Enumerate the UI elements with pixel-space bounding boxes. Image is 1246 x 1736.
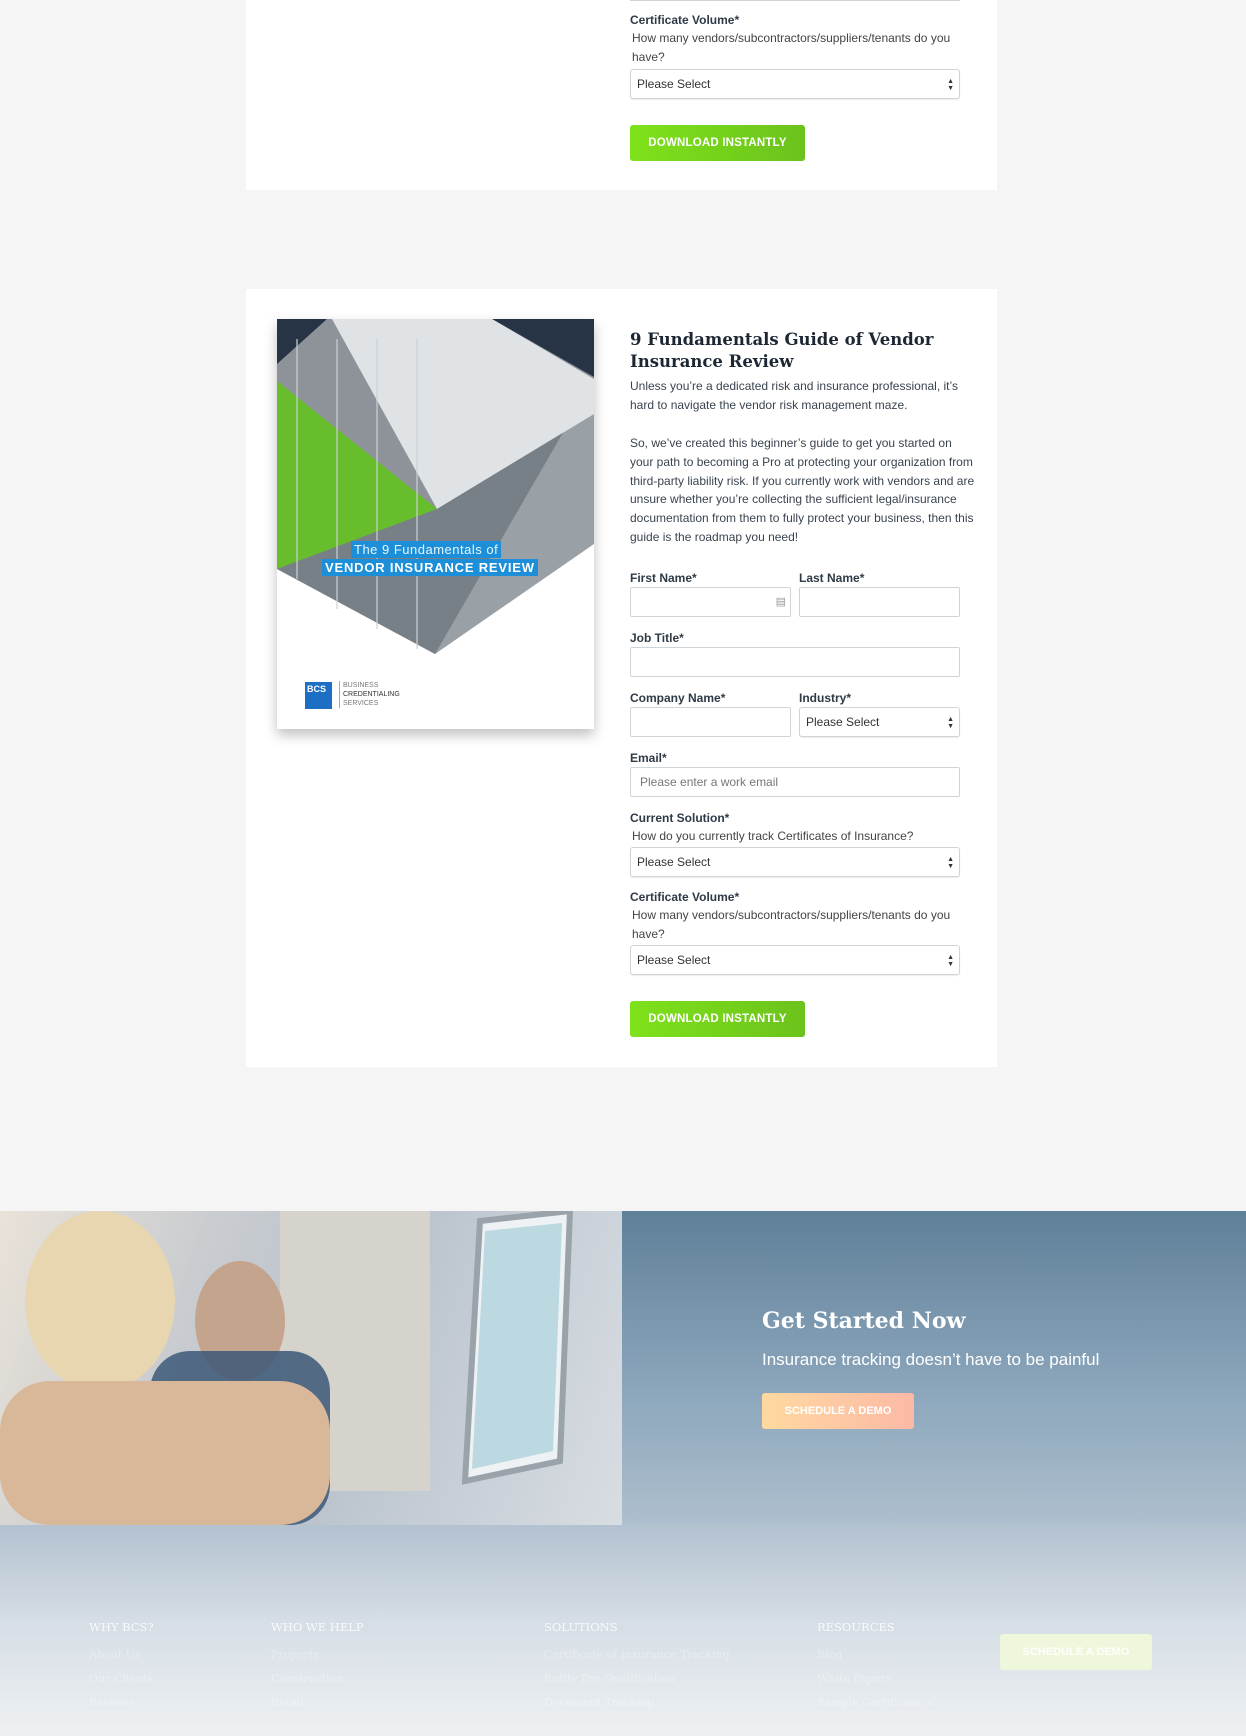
footer-link[interactable]: Blog bbox=[817, 1648, 935, 1661]
footer-heading: RESOURCES bbox=[817, 1620, 895, 1634]
last-name-input[interactable] bbox=[799, 587, 960, 617]
current-solution-label: Current Solution* bbox=[630, 811, 730, 825]
bcs-logo-text: BUSINESS CREDENTIALING SERVICES bbox=[339, 681, 400, 708]
footer-heading: WHO WE HELP bbox=[271, 1620, 364, 1634]
footer-link[interactable]: About Us bbox=[89, 1648, 154, 1661]
guide-card: The 9 Fundamentals of VENDOR INSURANCE R… bbox=[246, 289, 997, 1067]
footer-link[interactable]: Property bbox=[271, 1648, 364, 1661]
select-arrows-icon: ▲ ▼ bbox=[947, 78, 954, 92]
input-edge bbox=[630, 0, 960, 1]
email-input[interactable]: Please enter a work email bbox=[630, 767, 960, 797]
job-title-label: Job Title* bbox=[630, 631, 684, 645]
footer-link[interactable]: Retail bbox=[271, 1696, 364, 1709]
company-name-label: Company Name* bbox=[630, 691, 726, 705]
footer-link[interactable]: Entity Pre-Qualification bbox=[544, 1672, 730, 1685]
footer-link[interactable]: Our Clients bbox=[89, 1672, 154, 1685]
footer-schedule-demo-button[interactable]: SCHEDULE A DEMO bbox=[1000, 1634, 1152, 1670]
cta-subtitle: Insurance tracking doesn’t have to be pa… bbox=[762, 1350, 1100, 1369]
select-value: Please Select bbox=[637, 953, 711, 967]
footer-heading: SOLUTIONS bbox=[544, 1620, 618, 1634]
select-value: Please Select bbox=[637, 855, 711, 869]
footer-link[interactable]: Document Tracking bbox=[544, 1696, 730, 1709]
download-button[interactable]: DOWNLOAD INSTANTLY bbox=[630, 1001, 805, 1037]
team-photo bbox=[0, 1207, 622, 1525]
industry-label: Industry* bbox=[799, 691, 852, 705]
footer-column-why-bcs: WHY BCS? About Us Our Clients Reviews bbox=[89, 1620, 154, 1720]
footer-link[interactable]: Certificate of Insurance Tracking bbox=[544, 1648, 730, 1661]
cover-line1: The 9 Fundamentals of bbox=[351, 541, 502, 558]
email-placeholder: Please enter a work email bbox=[640, 775, 779, 789]
footer-link[interactable]: Sample Certificate of bbox=[817, 1696, 935, 1709]
contact-card-icon: ▤ bbox=[775, 596, 786, 608]
footer-link[interactable]: Reviews bbox=[89, 1696, 154, 1709]
cta-title: Get Started Now bbox=[762, 1308, 966, 1334]
first-name-input[interactable]: ▤ bbox=[630, 587, 791, 617]
guide-paragraph-2: So, we’ve created this beginner’s guide … bbox=[630, 436, 975, 544]
last-name-label: Last Name* bbox=[799, 571, 865, 585]
footer-link[interactable]: White Papers bbox=[817, 1672, 935, 1685]
photo-illustration bbox=[0, 1207, 574, 1525]
footer-link[interactable]: Construction bbox=[271, 1672, 364, 1685]
schedule-demo-button[interactable]: SCHEDULE A DEMO bbox=[762, 1393, 914, 1429]
select-value: Please Select bbox=[806, 715, 880, 729]
cover-line2: VENDOR INSURANCE REVIEW bbox=[322, 559, 538, 576]
certificate-volume-help: How many vendors/subcontractors/supplier… bbox=[632, 908, 951, 941]
guide-paragraph-1: Unless you’re a dedicated risk and insur… bbox=[630, 379, 958, 412]
logo-word: SERVICES bbox=[343, 700, 379, 707]
footer-heading: WHY BCS? bbox=[89, 1620, 154, 1634]
company-name-input[interactable] bbox=[630, 707, 791, 737]
certificate-volume-label: Certificate Volume* bbox=[630, 13, 740, 27]
certificate-volume-label: Certificate Volume* bbox=[630, 890, 740, 904]
cover-art bbox=[277, 319, 594, 729]
footer-column-solutions: SOLUTIONS Certificate of Insurance Track… bbox=[544, 1620, 730, 1720]
logo-word: BUSINESS bbox=[343, 682, 379, 689]
current-solution-select[interactable]: Please Select ▲ ▼ bbox=[630, 847, 960, 877]
guide-title: 9 Fundamentals Guide of Vendor Insurance… bbox=[630, 330, 934, 371]
select-arrows-icon: ▲ ▼ bbox=[947, 954, 954, 968]
footer-column-who-we-help: WHO WE HELP Property Construction Retail bbox=[271, 1620, 364, 1720]
job-title-input[interactable] bbox=[630, 647, 960, 677]
cta-panel: Get Started Now Insurance tracking doesn… bbox=[622, 1211, 1246, 1525]
current-solution-help: How do you currently track Certificates … bbox=[632, 829, 914, 843]
certificate-volume-select[interactable]: Please Select ▲ ▼ bbox=[630, 945, 960, 975]
logo-word: CREDENTIALING bbox=[343, 691, 400, 698]
first-name-label: First Name* bbox=[630, 571, 697, 585]
email-label: Email* bbox=[630, 751, 667, 765]
certificate-volume-help: How many vendors/subcontractors/supplier… bbox=[632, 31, 951, 64]
guide-cover-image: The 9 Fundamentals of VENDOR INSURANCE R… bbox=[277, 319, 594, 729]
select-arrows-icon: ▲ ▼ bbox=[947, 856, 954, 870]
select-arrows-icon: ▲ ▼ bbox=[947, 716, 954, 730]
bcs-logo: BCS bbox=[305, 682, 332, 709]
footer-column-resources: RESOURCES Blog White Papers Sample Certi… bbox=[817, 1620, 935, 1720]
certificate-volume-select[interactable]: Please Select ▲ ▼ bbox=[630, 69, 960, 99]
select-value: Please Select bbox=[637, 77, 711, 91]
download-button[interactable]: DOWNLOAD INSTANTLY bbox=[630, 125, 805, 161]
industry-select[interactable]: Please Select ▲ ▼ bbox=[799, 707, 960, 737]
top-form-card: Certificate Volume* How many vendors/sub… bbox=[246, 0, 997, 190]
